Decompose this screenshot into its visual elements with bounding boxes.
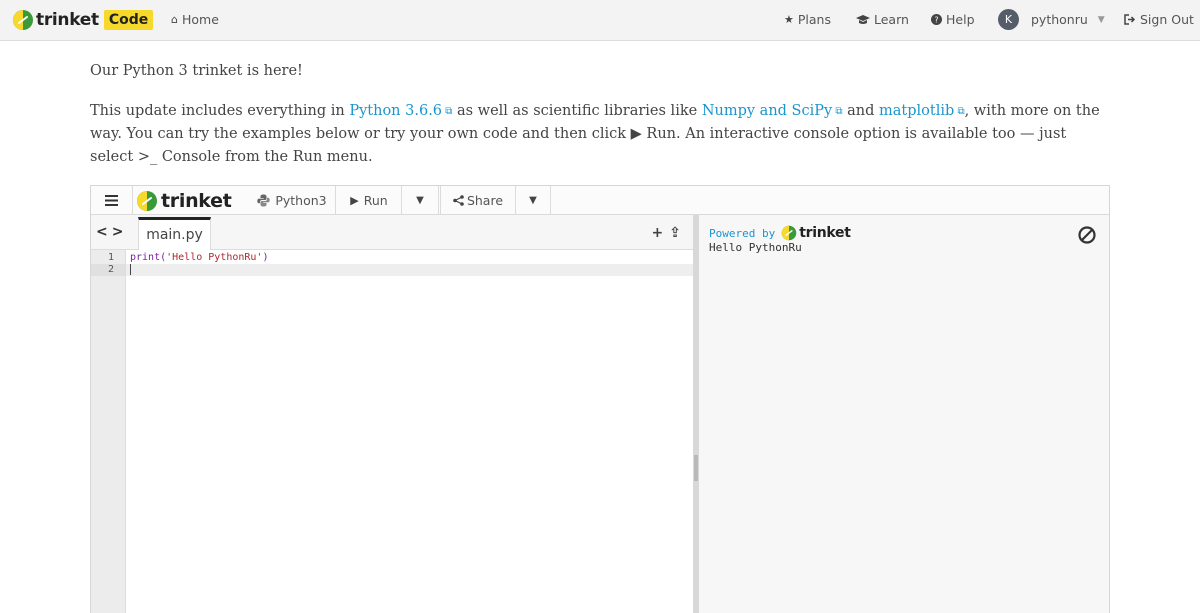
question-circle-icon: ? — [931, 14, 942, 25]
embed-trinket-logo[interactable]: trinket — [136, 190, 232, 212]
powered-by-label: Powered by — [709, 226, 776, 240]
code-line[interactable] — [126, 264, 693, 276]
top-navbar: trinket Code ⌂ Home ★ Plans Learn ? Help… — [0, 0, 1200, 41]
run-button[interactable]: ▶ Run — [337, 186, 402, 214]
matplotlib-link[interactable]: matplotlib ⧉ — [879, 103, 965, 119]
nav-plans-label: Plans — [797, 12, 831, 27]
intro-heading: Our Python 3 trinket is here! — [90, 63, 303, 79]
trinket-embed: trinket Python3 ▶ Run ▼ Share ▼ <> main.… — [90, 185, 1110, 613]
play-icon: ▶ — [350, 193, 359, 207]
tab-main-py[interactable]: main.py — [138, 217, 211, 250]
share-label: Share — [466, 192, 504, 208]
code-paren: ) — [262, 252, 269, 263]
plus-icon[interactable]: + — [652, 225, 670, 241]
run-reference: ▶ Run — [630, 126, 676, 142]
graduation-cap-icon — [856, 14, 870, 24]
upload-icon[interactable]: ⇪ — [669, 225, 687, 241]
tab-scroll-arrows[interactable]: <> — [96, 224, 127, 240]
splitter-handle[interactable] — [694, 455, 698, 481]
nav-home-label: Home — [181, 12, 219, 27]
trinket-code-logo[interactable]: trinket Code — [12, 8, 154, 32]
matplotlib-link-label: matplotlib — [879, 103, 955, 119]
username: pythonru — [1031, 12, 1088, 27]
numpy-scipy-link[interactable]: Numpy and SciPy ⧉ — [702, 103, 843, 119]
powered-brand: trinket — [799, 225, 851, 241]
trinket-logo-icon — [137, 191, 157, 211]
file-tabs-bar: <> main.py +⇪ — [91, 215, 693, 250]
language-label: Python3 — [275, 192, 327, 208]
run-label: Run — [363, 192, 388, 208]
intro-text-1: This update includes everything in — [90, 103, 350, 119]
external-link-icon: ⧉ — [442, 106, 453, 117]
intro-text-2: as well as scientific libraries like — [452, 103, 702, 119]
file-tab-label: main.py — [146, 227, 203, 243]
share-button[interactable]: Share — [440, 186, 516, 214]
code-string: 'Hello PythonRu' — [166, 252, 263, 263]
language-selector[interactable]: Python3 — [249, 186, 336, 214]
python-version-link[interactable]: Python 3.6.6 ⧉ — [349, 103, 452, 119]
line-number-gutter: 1 2 — [91, 250, 126, 613]
console-output: Hello PythonRu — [709, 241, 802, 254]
line-number: 2 — [91, 264, 125, 276]
home-icon: ⌂ — [171, 13, 178, 26]
code-function: print( — [130, 252, 167, 263]
chevron-left-icon[interactable]: < — [96, 224, 112, 240]
intro-paragraph: This update includes everything in Pytho… — [90, 100, 1100, 169]
intro-text-3: and — [842, 103, 879, 119]
text-cursor — [130, 264, 131, 275]
nav-help[interactable]: ? Help — [931, 12, 975, 27]
external-link-icon: ⧉ — [832, 106, 843, 117]
menu-icon — [105, 194, 118, 206]
powered-by[interactable]: Powered by trinket — [709, 225, 851, 241]
sign-out-icon — [1124, 14, 1136, 25]
share-icon — [453, 194, 464, 206]
embed-brand-name: trinket — [161, 190, 232, 212]
run-menu-dropdown[interactable]: ▼ — [402, 186, 439, 214]
python-version-link-label: Python 3.6.6 — [349, 103, 443, 119]
chevron-right-icon[interactable]: > — [112, 224, 128, 240]
intro-section: Our Python 3 trinket is here! This updat… — [90, 60, 1100, 186]
svg-text:?: ? — [934, 16, 938, 25]
external-link-icon: ⧉ — [954, 106, 965, 117]
python-icon — [257, 194, 271, 206]
code-text-area[interactable]: print('Hello PythonRu') — [126, 250, 693, 613]
numpy-scipy-link-label: Numpy and SciPy — [701, 103, 833, 119]
code-line[interactable]: print('Hello PythonRu') — [126, 252, 693, 264]
brand-code-badge: Code — [103, 10, 154, 30]
chevron-down-icon: ▼ — [416, 194, 424, 206]
trinket-logo-icon — [781, 225, 797, 241]
star-icon: ★ — [784, 13, 794, 26]
file-actions: +⇪ — [652, 225, 687, 241]
share-menu-dropdown[interactable]: ▼ — [516, 186, 551, 214]
embed-toolbar: trinket Python3 ▶ Run ▼ Share ▼ — [91, 186, 1109, 215]
intro-text-6: from the Run menu. — [220, 149, 373, 165]
nav-sign-out[interactable]: Sign Out — [1124, 12, 1194, 27]
menu-button[interactable] — [91, 186, 133, 214]
chevron-down-icon: ▼ — [1097, 14, 1105, 25]
user-menu[interactable]: K pythonru ▼ — [998, 9, 1105, 30]
chevron-down-icon: ▼ — [529, 194, 537, 206]
code-editor-pane: <> main.py +⇪ 1 2 print('Hello PythonRu'… — [91, 215, 693, 613]
trinket-logo-icon — [13, 10, 33, 30]
brand-name: trinket — [36, 10, 99, 30]
nav-sign-out-label: Sign Out — [1140, 12, 1194, 27]
output-pane: Powered by trinket Hello PythonRu — [699, 215, 1109, 613]
avatar: K — [998, 9, 1019, 30]
line-number: 1 — [107, 252, 114, 263]
nav-plans[interactable]: ★ Plans — [784, 12, 831, 27]
nav-learn-label: Learn — [874, 12, 909, 27]
nav-help-label: Help — [946, 12, 975, 27]
console-reference: >_ Console — [137, 149, 221, 165]
nav-home[interactable]: ⌂ Home — [171, 12, 219, 27]
ban-icon[interactable] — [1077, 225, 1097, 245]
nav-learn[interactable]: Learn — [856, 12, 909, 27]
